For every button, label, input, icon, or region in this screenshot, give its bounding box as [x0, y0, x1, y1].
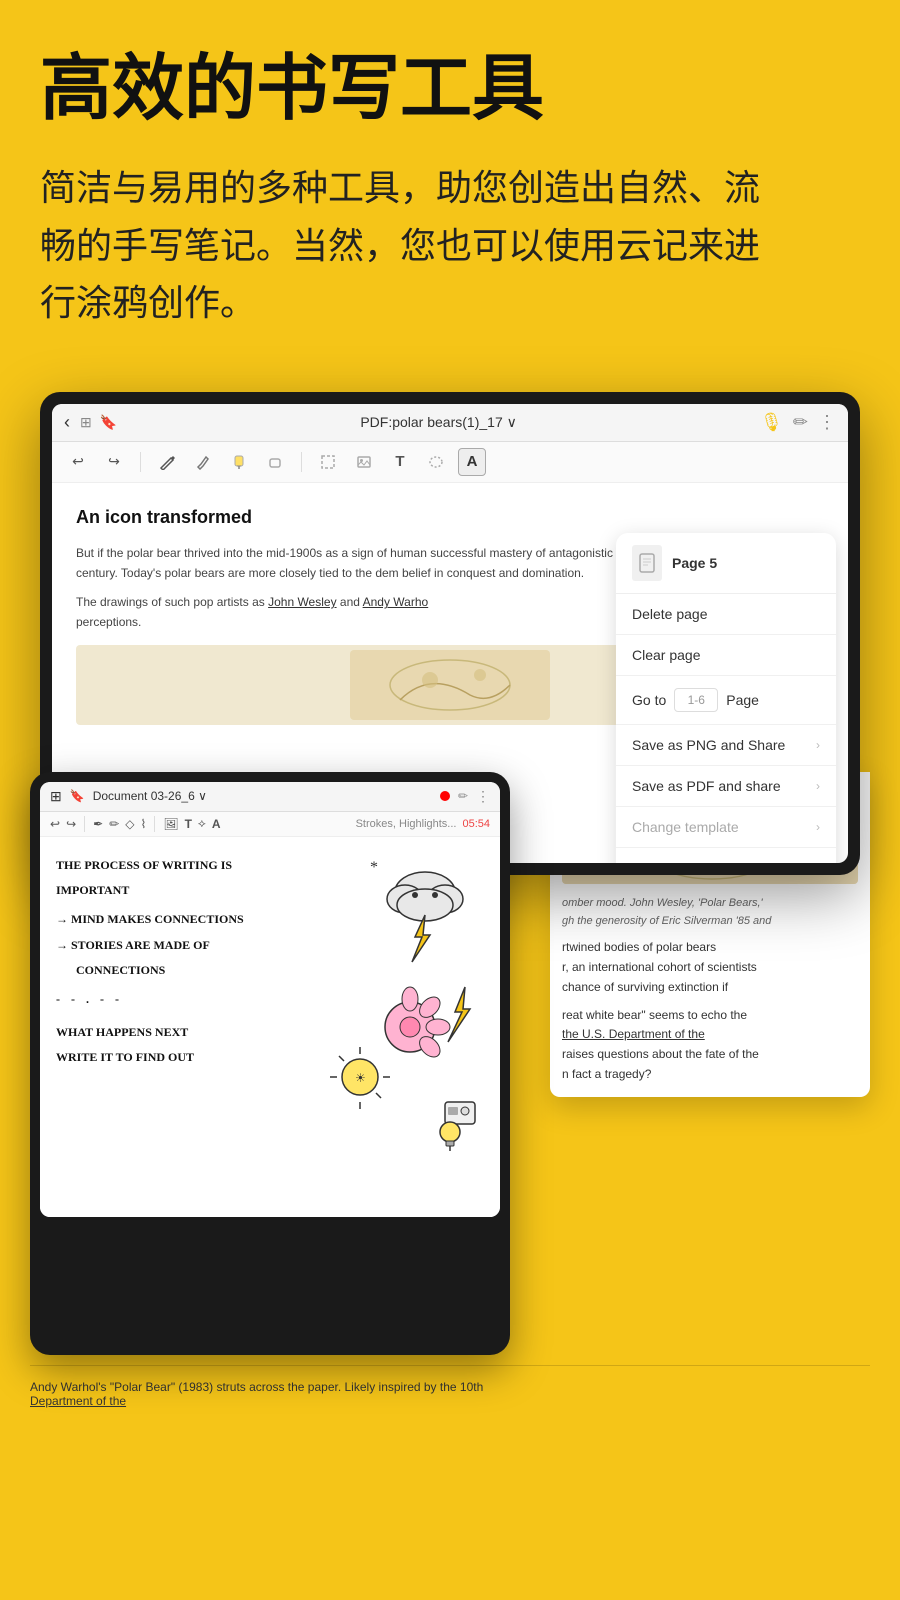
- sec-text[interactable]: T: [185, 817, 192, 831]
- handwriting-content: The Process of Writing is Important → Mi…: [40, 837, 500, 1217]
- toolbar-separator: [140, 452, 141, 472]
- change-template-label: Change template: [632, 819, 739, 835]
- toolbar-separator-2: [301, 452, 302, 472]
- delete-page-label: Delete page: [632, 606, 708, 622]
- sec-pen[interactable]: ✒: [93, 817, 103, 831]
- right-body-7: n fact a tragedy?: [562, 1065, 858, 1085]
- menu-item-change-template[interactable]: Change template ›: [616, 807, 836, 848]
- secondary-tablet: ⊞ 🔖 Document 03-26_6 ∨ ✏ ⋮ ↩ ↪ ✒ ✏ ◇ ⌇ 🖼…: [30, 772, 510, 1355]
- record-indicator: [440, 791, 450, 801]
- right-body-4: reat white bear" seems to echo the: [562, 1006, 858, 1026]
- svg-text:☀: ☀: [355, 1071, 366, 1085]
- hero-description: 简洁与易用的多种工具，助您创造出自然、流畅的手写笔记。当然，您也可以使用云记来进…: [40, 159, 790, 332]
- hero-section: 高效的书写工具 简洁与易用的多种工具，助您创造出自然、流畅的手写笔记。当然，您也…: [0, 0, 900, 352]
- secondary-topbar: ⊞ 🔖 Document 03-26_6 ∨ ✏ ⋮: [40, 782, 500, 812]
- mic-icon[interactable]: 🎙: [760, 412, 783, 433]
- sec-eraser[interactable]: ⌇: [140, 817, 146, 831]
- pen-icon[interactable]: ✏: [793, 412, 808, 433]
- sec-pencil[interactable]: ✏: [109, 817, 119, 831]
- dept-text: Department of the: [30, 1394, 870, 1408]
- svg-text:*: *: [370, 859, 378, 876]
- more-menu-icon[interactable]: ⋮: [818, 412, 836, 433]
- sec-font[interactable]: A: [212, 817, 221, 831]
- goto-label: Go to: [632, 692, 666, 708]
- timer: 05:54: [462, 818, 490, 830]
- back-button[interactable]: ‹: [64, 412, 70, 433]
- secondary-pen-icon[interactable]: ✏: [458, 789, 468, 803]
- secondary-grid-icon[interactable]: 🔖: [70, 789, 85, 803]
- menu-item-save-png[interactable]: Save as PNG and Share ›: [616, 725, 836, 766]
- chevron-icon: ›: [816, 738, 820, 752]
- right-caption-2: gh the generosity of Eric Silverman '85 …: [562, 912, 858, 930]
- goto-input[interactable]: [674, 688, 718, 712]
- pen-tool[interactable]: [153, 448, 181, 476]
- menu-item-delete-page[interactable]: Delete page: [616, 594, 836, 635]
- page-label: Page: [726, 692, 759, 708]
- menu-item-goto[interactable]: Go to Page: [616, 676, 836, 725]
- secondary-toolbar: ↩ ↪ ✒ ✏ ◇ ⌇ 🖼 T ⟡ A Strokes, Highlights.…: [40, 812, 500, 837]
- image-tool[interactable]: [350, 448, 378, 476]
- strokes-label: Strokes, Highlights...: [356, 818, 457, 830]
- sec-undo[interactable]: ↩: [50, 817, 60, 831]
- sec-sep2: [154, 816, 155, 832]
- context-menu: Page 5 Delete page Clear page Go to: [616, 533, 836, 863]
- sec-sep: [84, 816, 85, 832]
- save-png-label: Save as PNG and Share: [632, 737, 785, 753]
- footer-text: Andy Warhol's "Polar Bear" (1983) struts…: [30, 1380, 870, 1394]
- menu-item-save-pdf[interactable]: Save as PDF and share ›: [616, 766, 836, 807]
- tablet-area: ‹ ⊞ 🔖 PDF:polar bears(1)_17 ∨ 🎙 ✏ ⋮ ↩ ↪: [0, 392, 900, 1325]
- topbar-icons: ⊞ 🔖: [80, 414, 117, 431]
- document-title[interactable]: PDF:polar bears(1)_17 ∨: [127, 414, 750, 431]
- redo-button[interactable]: ↪: [100, 448, 128, 476]
- tablet-topbar: ‹ ⊞ 🔖 PDF:polar bears(1)_17 ∨ 🎙 ✏ ⋮: [52, 404, 848, 442]
- secondary-screen: ⊞ 🔖 Document 03-26_6 ∨ ✏ ⋮ ↩ ↪ ✒ ✏ ◇ ⌇ 🖼…: [40, 782, 500, 1217]
- right-body-6: raises questions about the fate of the: [562, 1045, 858, 1065]
- lasso-tool[interactable]: [422, 448, 450, 476]
- topbar-right-icons: 🎙 ✏ ⋮: [760, 412, 836, 433]
- bookmark-icon[interactable]: 🔖: [100, 414, 117, 431]
- clear-page-label: Clear page: [632, 647, 701, 663]
- right-body-5: the U.S. Department of the: [562, 1025, 858, 1045]
- menu-header: Page 5: [616, 533, 836, 594]
- doc-title: An icon transformed: [76, 503, 824, 532]
- secondary-doc-title: Document 03-26_6 ∨: [93, 789, 432, 803]
- save-pdf-label: Save as PDF and share: [632, 778, 781, 794]
- chevron-icon-4: ›: [816, 861, 820, 863]
- grid-icon[interactable]: ⊞: [80, 414, 92, 431]
- secondary-back-icon[interactable]: ⊞: [50, 788, 62, 805]
- menu-item-add-sound[interactable]: Add sound recording ›: [616, 848, 836, 863]
- goto-row: Go to Page: [632, 688, 759, 712]
- right-body-3: chance of surviving extinction if: [562, 978, 858, 998]
- selection-tool[interactable]: [314, 448, 342, 476]
- right-body-1: rtwined bodies of polar bears: [562, 938, 858, 958]
- page-icon: [632, 545, 662, 581]
- drawing-toolbar: ↩ ↪: [52, 442, 848, 483]
- text-tool[interactable]: T: [386, 448, 414, 476]
- sec-highlighter[interactable]: ◇: [125, 817, 134, 831]
- font-tool[interactable]: A: [458, 448, 486, 476]
- menu-item-clear-page[interactable]: Clear page: [616, 635, 836, 676]
- right-caption-1: omber mood. John Wesley, 'Polar Bears,': [562, 894, 858, 912]
- pencil-tool[interactable]: [189, 448, 217, 476]
- link-andy-warhol[interactable]: Andy Warho: [363, 595, 429, 609]
- sec-lasso[interactable]: ⟡: [198, 816, 206, 831]
- bottom-section: Andy Warhol's "Polar Bear" (1983) struts…: [0, 1345, 900, 1428]
- eraser-tool[interactable]: [261, 448, 289, 476]
- doodle-illustrations: ☀: [330, 847, 490, 1187]
- sec-redo[interactable]: ↪: [66, 817, 76, 831]
- link-john-wesley[interactable]: John Wesley: [268, 595, 336, 609]
- right-body-2: r, an international cohort of scientists: [562, 958, 858, 978]
- hero-title: 高效的书写工具: [40, 50, 860, 129]
- chevron-icon-3: ›: [816, 820, 820, 834]
- undo-button[interactable]: ↩: [64, 448, 92, 476]
- menu-page-title: Page 5: [672, 555, 717, 571]
- sec-image[interactable]: 🖼: [163, 817, 178, 831]
- add-sound-label: Add sound recording: [632, 860, 761, 863]
- secondary-more-icon[interactable]: ⋮: [476, 788, 490, 805]
- chevron-icon-2: ›: [816, 779, 820, 793]
- highlighter-tool[interactable]: [225, 448, 253, 476]
